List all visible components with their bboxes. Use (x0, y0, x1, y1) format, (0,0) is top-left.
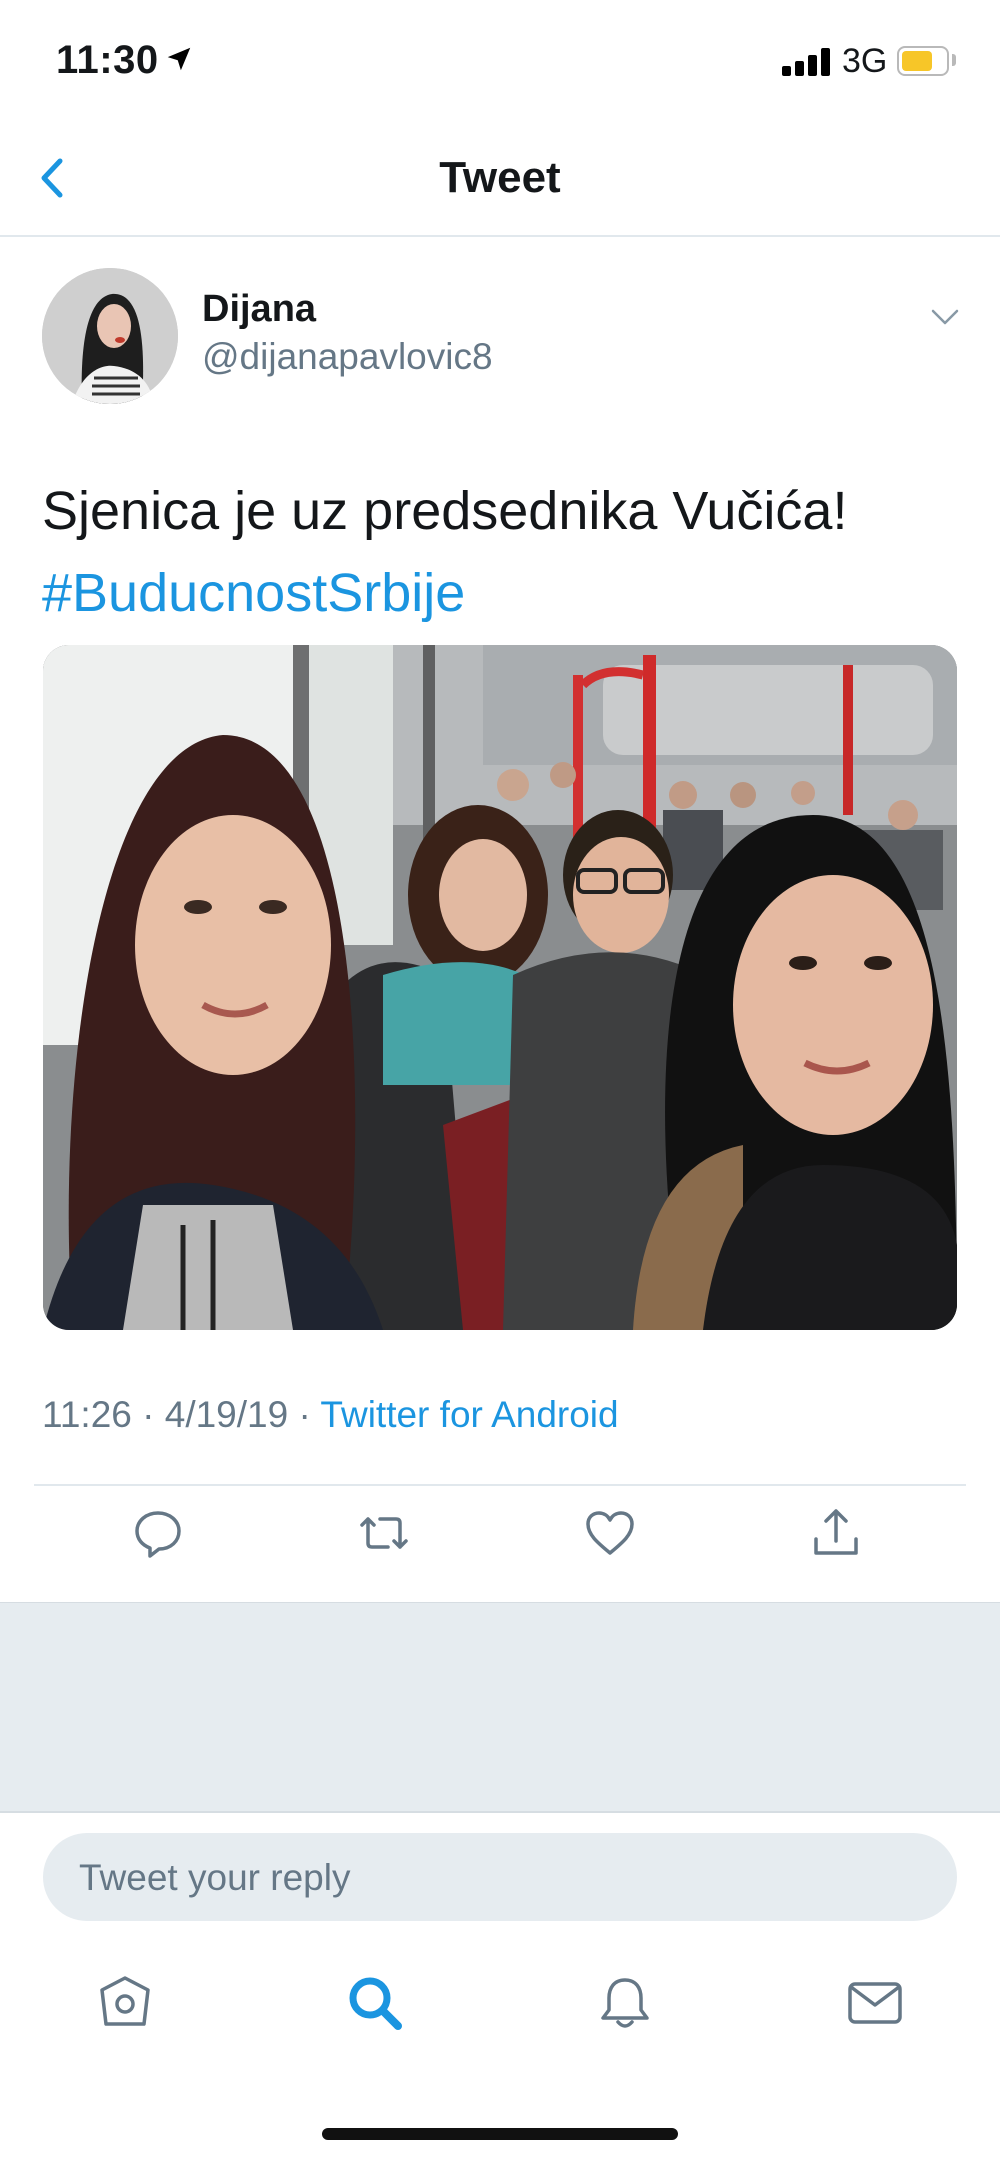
status-time: 11:30 (56, 38, 159, 82)
reply-box[interactable] (43, 1833, 957, 1923)
battery-cap (952, 54, 956, 66)
retweet-icon[interactable] (356, 1505, 412, 1561)
tab-bar (0, 1970, 1000, 2050)
tweet-body: Sjenica je uz predsednika Vučića! (42, 481, 848, 541)
battery-icon (897, 46, 949, 76)
avatar[interactable] (42, 268, 178, 404)
signal-icon (782, 46, 834, 76)
divider (34, 1484, 966, 1486)
reply-input[interactable] (77, 1833, 921, 1923)
replies-area (0, 1602, 1000, 1813)
meta-separator: · (298, 1394, 321, 1435)
notifications-icon[interactable] (592, 1970, 658, 2036)
tweet-time: 11:26 (42, 1394, 132, 1435)
like-icon[interactable] (582, 1505, 638, 1561)
page-title: Tweet (439, 153, 561, 202)
messages-icon[interactable] (842, 1970, 908, 2036)
reply-icon[interactable] (130, 1505, 186, 1561)
location-arrow-icon (167, 47, 191, 71)
tweet-text: Sjenica je uz predsednika Vučića! #Buduc… (42, 470, 962, 634)
tweet-photo[interactable] (43, 645, 957, 1330)
share-icon[interactable] (808, 1505, 864, 1561)
chevron-down-icon[interactable] (928, 300, 962, 334)
home-indicator[interactable] (322, 2128, 678, 2140)
nav-header: Tweet (0, 125, 1000, 237)
tweet-meta: 11:26 · 4/19/19 · Twitter for Android (42, 1394, 619, 1436)
meta-separator: · (142, 1394, 165, 1435)
network-label: 3G (842, 42, 888, 80)
status-bar: 11:30 3G (0, 0, 1000, 125)
tweet-source-link[interactable]: Twitter for Android (320, 1394, 618, 1435)
hashtag-link[interactable]: #BuducnostSrbije (42, 552, 962, 634)
author-name[interactable]: Dijana (202, 288, 316, 331)
tweet-date: 4/19/19 (164, 1394, 289, 1435)
author-handle[interactable]: @dijanapavlovic8 (202, 336, 493, 378)
search-icon[interactable] (342, 1970, 408, 2036)
bus-selfie-image (43, 645, 957, 1330)
tweet-actions (0, 1505, 1000, 1585)
home-icon[interactable] (92, 1970, 158, 2036)
